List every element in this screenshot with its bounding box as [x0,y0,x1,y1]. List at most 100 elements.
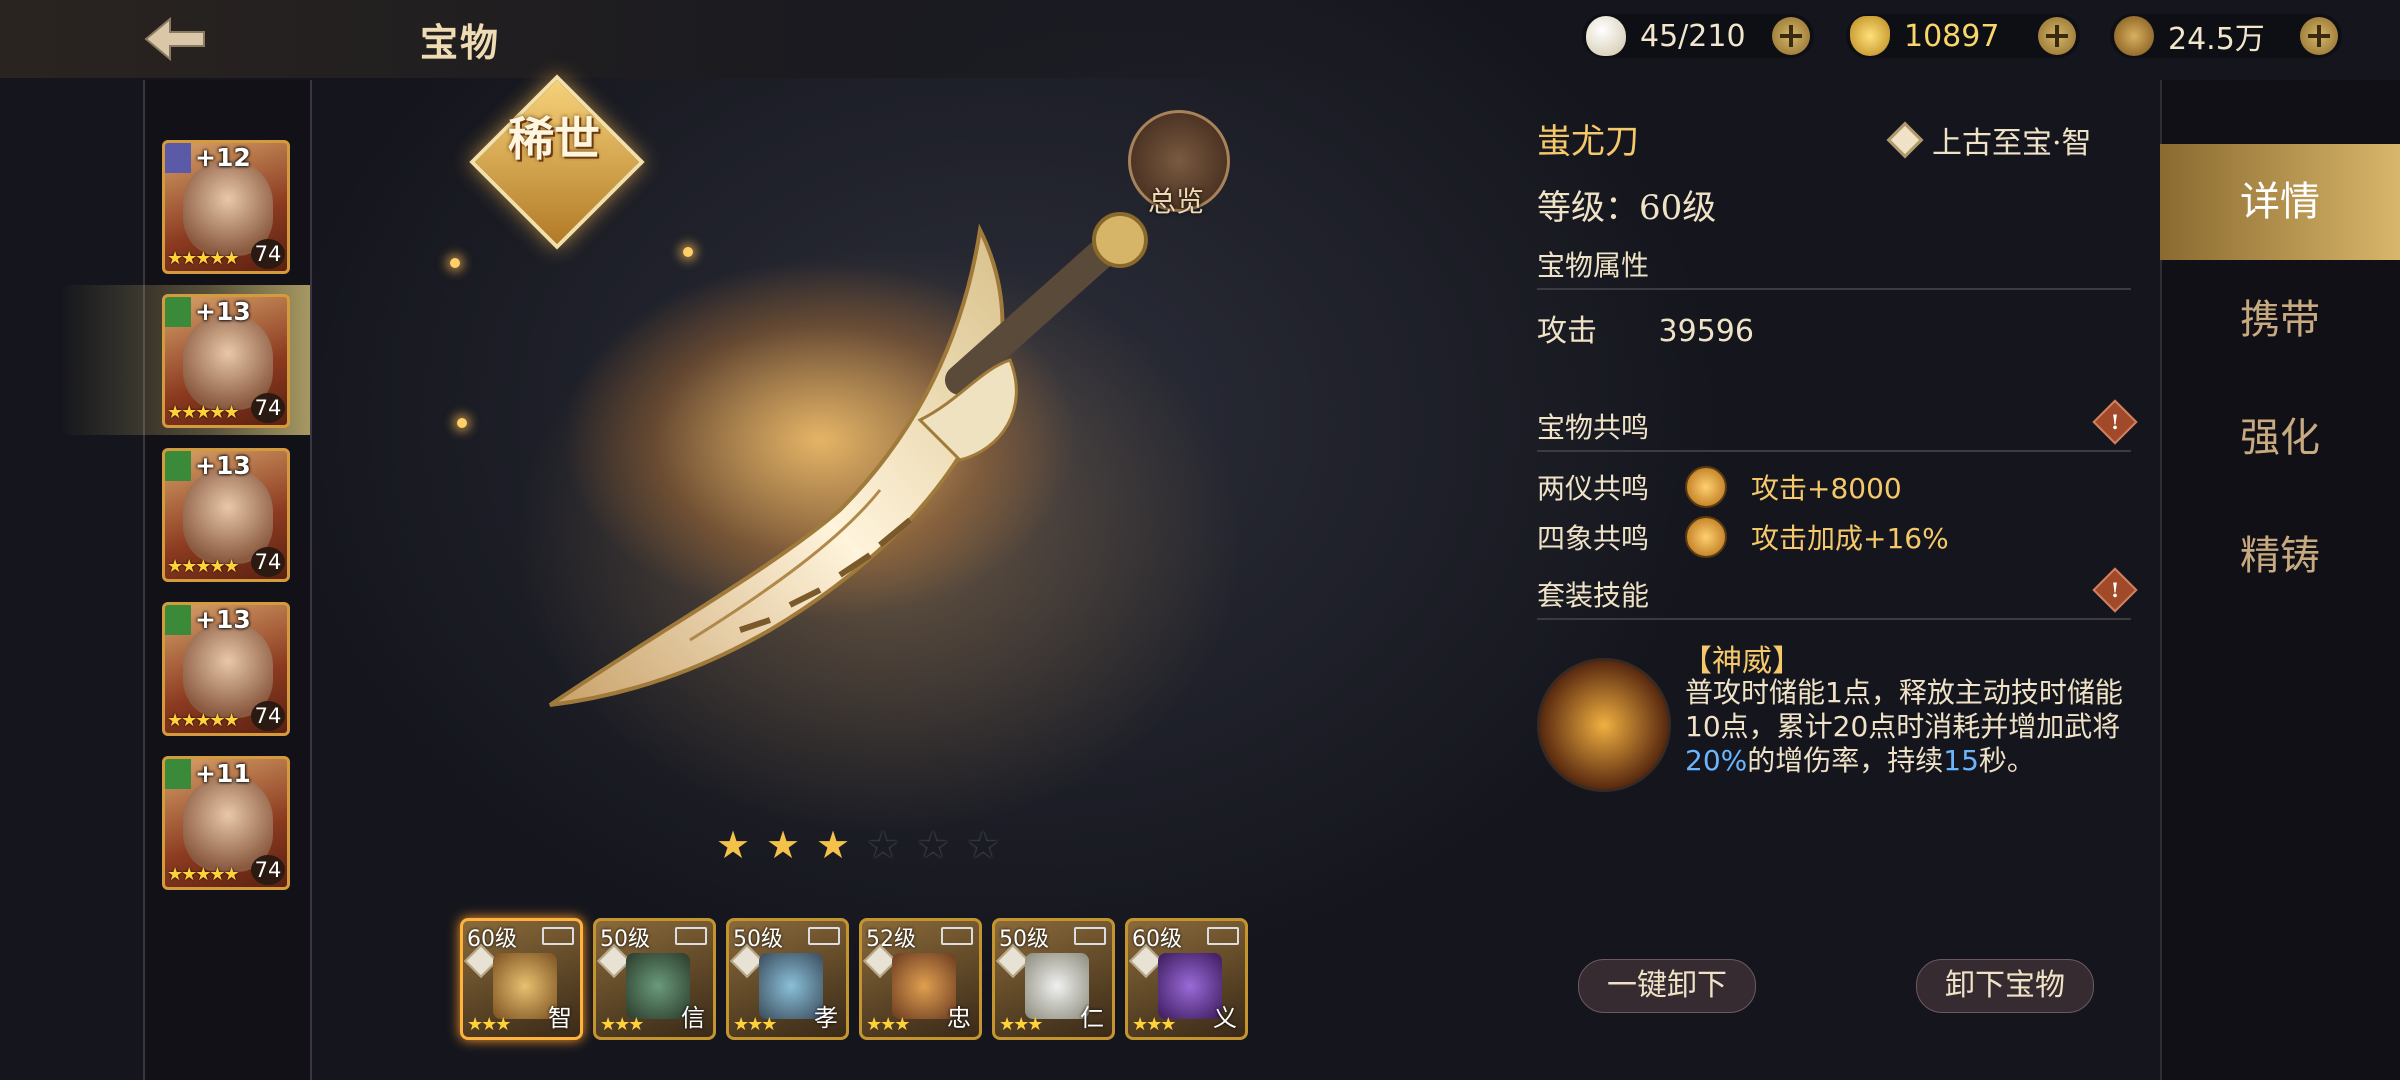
tab-details[interactable]: 详情 [2160,144,2400,260]
add-gold-button[interactable] [2038,17,2076,55]
treasure-slot[interactable]: 50级 ★★★ 信 [593,918,716,1040]
resonance-name: 两仪共鸣 [1537,472,1650,505]
skill-name: 【神威】 [1682,644,1802,679]
attribute-key: 攻击 [1537,314,1597,349]
hero-bonus: +11 [195,759,251,788]
resonance-name: 四象共鸣 [1537,522,1650,555]
treasure-slot[interactable]: 60级 ★★★ 义 [1125,918,1248,1040]
rarity-label: 稀世 [508,112,600,166]
back-button[interactable] [140,14,210,64]
tab-enhance[interactable]: 强化 [2160,380,2400,496]
resonance-effect: 攻击+8000 [1751,472,1902,505]
gem-icon [1886,121,1924,159]
gold-ingot-icon [1850,16,1890,56]
hero-stars: ★★★★★ [167,556,240,577]
resonance-row: 两仪共鸣 攻击+8000 [1537,466,1902,508]
spark-particle [450,258,460,268]
equip-tag-icon [1207,927,1239,945]
yin-yang-icon [1685,466,1727,508]
spark-particle [457,418,467,428]
shield-icon [165,605,191,635]
stamina-egg-icon [1586,16,1626,56]
hero-stars: ★★★★★ [167,248,240,269]
treasure-name: 蚩尤刀 [1537,122,1639,162]
treasure-slot[interactable]: 60级 ★★★ 智 [460,918,583,1040]
slot-level: 50级 [999,927,1049,952]
info-icon[interactable]: ! [2092,567,2138,613]
equip-tag-icon [675,927,707,945]
slot-stars: ★★★ [999,1014,1043,1035]
stamina-currency: 45/210 [1582,14,1814,58]
equip-tag-icon [808,927,840,945]
yin-yang-icon [1685,516,1727,558]
gold-currency: 10897 [1846,14,2080,58]
star-icon: ★ [765,823,801,867]
treasure-slot[interactable]: 50级 ★★★ 仁 [992,918,1115,1040]
slot-level: 50级 [600,927,650,952]
treasure-slot[interactable]: 52级 ★★★ 忠 [859,918,982,1040]
star-icon: ★ [715,823,751,867]
tab-refine[interactable]: 精铸 [2160,498,2400,614]
hero-card[interactable]: +11 ★★★★★ 74 [162,756,290,890]
category-label: 上古至宝·智 [1932,126,2092,161]
attribute-value: 39596 [1658,314,1754,349]
treasure-slot[interactable]: 50级 ★★★ 孝 [726,918,849,1040]
hero-stars: ★★★★★ [167,710,240,731]
hero-level: 74 [251,855,285,885]
slot-virtue: 孝 [814,1004,838,1032]
star-icon: ★ [815,823,851,867]
hero-bonus: +13 [195,297,251,326]
resonance-section-header: 宝物共鸣 ! [1537,399,2138,452]
unequip-all-button[interactable]: 一键卸下 [1578,959,1756,1013]
arrow-icon [165,759,191,789]
hero-bonus: +12 [195,143,251,172]
slot-virtue: 智 [548,1004,572,1032]
slot-level: 52级 [866,927,916,952]
treasure-category: 上古至宝·智 [1886,118,2092,162]
unequip-treasure-button[interactable]: 卸下宝物 [1916,959,2094,1013]
slot-stars: ★★★ [467,1014,511,1035]
slot-level: 60级 [1132,927,1182,952]
hero-card[interactable]: +12 ★★★★★ 74 [162,140,290,274]
coin-icon [2114,16,2154,56]
weapon-image [548,212,1148,707]
coin-currency: 24.5万 [2110,14,2342,58]
equip-tag-icon [941,927,973,945]
tab-carry[interactable]: 携带 [2160,262,2400,378]
slot-virtue: 义 [1213,1004,1237,1032]
hero-level: 74 [251,239,285,269]
hero-card[interactable]: +13 ★★★★★ 74 [162,448,290,582]
hero-level: 74 [251,547,285,577]
slot-stars: ★★★ [866,1014,910,1035]
back-arrow-icon [144,16,205,62]
treasure-star-rating: ★ ★ ★ ★ ★ ★ [714,826,1002,864]
shield-icon [165,143,191,173]
info-icon[interactable]: ! [2092,399,2138,445]
skill-icon[interactable] [1537,658,1671,792]
hero-stars: ★★★★★ [167,864,240,885]
stamina-value: 45/210 [1640,18,1746,54]
hero-card-selected[interactable]: +13 ★★★★★ 74 [162,294,290,428]
treasure-level: 等级：60级 [1537,188,1717,228]
hero-card[interactable]: +13 ★★★★★ 74 [162,602,290,736]
hero-bonus: +13 [195,451,251,480]
equip-tag-icon [1074,927,1106,945]
hero-bonus: +13 [195,605,251,634]
skill-description: 普攻时储能1点，释放主动技时储能10点，累计20点时消耗并增加武将20%的增伤率… [1685,676,2123,777]
hero-level: 74 [251,701,285,731]
add-coin-button[interactable] [2300,17,2338,55]
slot-level: 50级 [733,927,783,952]
resonance-effect: 攻击加成+16% [1751,522,1949,555]
attribute-title: 宝物属性 [1537,249,1650,282]
attribute-row: 攻击 39596 [1537,306,1754,350]
slot-stars: ★★★ [600,1014,644,1035]
shield-icon [165,451,191,481]
hero-level: 74 [251,393,285,423]
add-stamina-button[interactable] [1772,17,1810,55]
star-icon: ★ [915,823,951,867]
set-skill-section-header: 套装技能 ! [1537,567,2138,620]
gold-value: 10897 [1904,18,2000,54]
slot-virtue: 信 [681,1004,705,1032]
coin-value: 24.5万 [2168,22,2265,57]
set-skill-title: 套装技能 [1537,579,1650,612]
